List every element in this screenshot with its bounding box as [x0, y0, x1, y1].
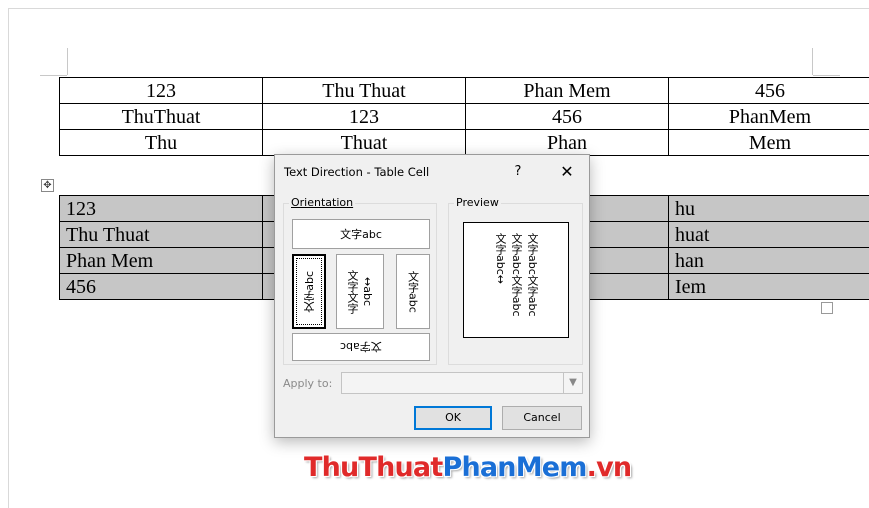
document-table-top[interactable]: 123 Thu Thuat Phan Mem 456 ThuThuat 123 … [59, 77, 869, 156]
preview-label: Preview [454, 196, 501, 209]
table-cell[interactable]: 456 [465, 103, 669, 130]
table-resize-handle[interactable] [821, 302, 833, 314]
table-row: ThuThuat 123 456 PhanMem [59, 103, 869, 130]
watermark-part-3: .vn [586, 452, 632, 483]
table-row: Thu Thuat Phan Mem [59, 129, 869, 156]
orientation-stacked-button[interactable]: 文字文字 ↔abc [336, 254, 384, 329]
dialog-title: Text Direction - Table Cell [284, 165, 430, 179]
orientation-flipped-button[interactable]: 文字abc [292, 333, 430, 361]
preview-pane: 文字abc文字abc 文字abc文字abc 文字abc↔ [463, 222, 569, 338]
orientation-label: Orientation [289, 196, 356, 209]
move-icon[interactable]: ✥ [41, 179, 54, 192]
chevron-down-icon[interactable]: ▼ [563, 373, 582, 393]
table-cell[interactable]: 456 [59, 273, 263, 300]
orientation-rotate-down-text: 文字abc [406, 270, 420, 313]
table-cell[interactable]: 123 [262, 103, 466, 130]
table-cell[interactable]: PhanMem [668, 103, 869, 130]
crop-mark-left-v [67, 48, 68, 75]
table-row: 123 Thu Thuat Phan Mem 456 [59, 77, 869, 104]
orientation-rotate-up-text: 文字abc [302, 270, 316, 313]
table-cell[interactable]: Thuat [262, 129, 466, 156]
table-cell[interactable]: hu [668, 195, 869, 222]
text-direction-dialog: Text Direction - Table Cell ? ✕ Orientat… [274, 154, 590, 438]
orientation-rotate-up-button[interactable]: 文字abc [292, 254, 326, 329]
watermark-part-1: ThuThuat [304, 452, 443, 483]
table-cell[interactable]: Mem [668, 129, 869, 156]
preview-group: Preview 文字abc文字abc 文字abc文字abc 文字abc↔ [448, 196, 583, 365]
table-cell[interactable]: Thu Thuat [262, 77, 466, 104]
close-button[interactable]: ✕ [554, 162, 580, 182]
table-cell[interactable]: Phan Mem [465, 77, 669, 104]
orientation-horizontal-text: 文字abc [340, 228, 382, 241]
apply-to-select[interactable]: ▼ [341, 372, 583, 394]
table-cell[interactable]: Iem [668, 273, 869, 300]
crop-mark-right-v [812, 48, 813, 75]
preview-line: 文字abc文字abc [526, 233, 539, 317]
orientation-flipped-text: 文字abc [340, 340, 382, 353]
table-cell[interactable]: 456 [668, 77, 869, 104]
ok-button[interactable]: OK [414, 406, 492, 430]
table-cell[interactable]: Thu Thuat [59, 221, 263, 248]
table-cell[interactable]: ThuThuat [59, 103, 263, 130]
table-cell[interactable]: 123 [59, 195, 263, 222]
table-cell[interactable]: Phan [465, 129, 669, 156]
orientation-group: Orientation 文字abc 文字abc 文字文字 ↔abc 文字abc … [283, 196, 437, 365]
preview-line: 文字abc↔ [494, 233, 507, 284]
crop-mark-left-h [40, 75, 67, 76]
preview-line: 文字abc文字abc [510, 233, 523, 317]
table-cell[interactable]: Phan Mem [59, 247, 263, 274]
watermark-part-2: PhanMem [442, 452, 587, 483]
watermark-logo: ThuThuatPhanMem.vn [304, 452, 632, 483]
orientation-horizontal-button[interactable]: 文字abc [292, 219, 430, 249]
stacked-line-2: ↔abc [361, 277, 374, 306]
cancel-button[interactable]: Cancel [502, 406, 582, 430]
help-button[interactable]: ? [508, 162, 528, 182]
stacked-line-1: 文字文字 [346, 269, 359, 314]
orientation-rotate-down-button[interactable]: 文字abc [396, 254, 430, 329]
orientation-stacked-text: 文字文字 ↔abc [346, 269, 374, 314]
table-cell[interactable]: Thu [59, 129, 263, 156]
table-cell[interactable]: han [668, 247, 869, 274]
table-cell[interactable]: huat [668, 221, 869, 248]
crop-mark-right-h [813, 75, 840, 76]
table-cell[interactable]: 123 [59, 77, 263, 104]
apply-to-label: Apply to: [283, 377, 333, 390]
